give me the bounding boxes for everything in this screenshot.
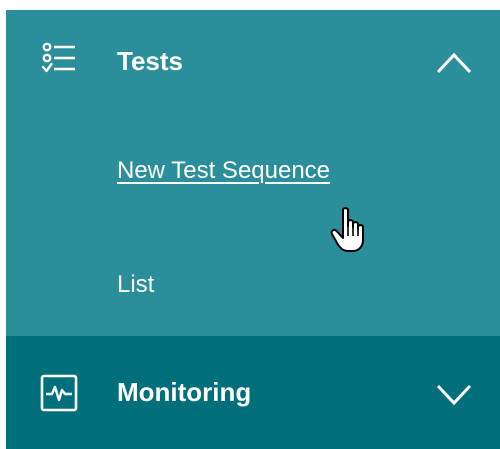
nav-group-tests: Tests New Test Sequence List bbox=[6, 10, 500, 336]
sidebar-nav: Tests New Test Sequence List Monitoring bbox=[6, 0, 500, 449]
hand-pointer-icon bbox=[330, 207, 364, 252]
tests-header[interactable]: Tests bbox=[6, 10, 500, 110]
chevron-down-icon[interactable] bbox=[434, 381, 474, 409]
tests-label: Tests bbox=[117, 46, 183, 76]
nav-item-list[interactable]: List bbox=[117, 271, 154, 299]
chevron-up-icon[interactable] bbox=[434, 48, 474, 76]
monitor-pulse-icon bbox=[40, 374, 78, 412]
nav-group-monitoring: Monitoring bbox=[6, 336, 500, 449]
nav-item-new-test-sequence[interactable]: New Test Sequence bbox=[117, 157, 330, 185]
monitoring-label: Monitoring bbox=[117, 377, 252, 407]
monitoring-header[interactable]: Monitoring bbox=[6, 336, 500, 436]
checklist-icon bbox=[41, 42, 75, 73]
